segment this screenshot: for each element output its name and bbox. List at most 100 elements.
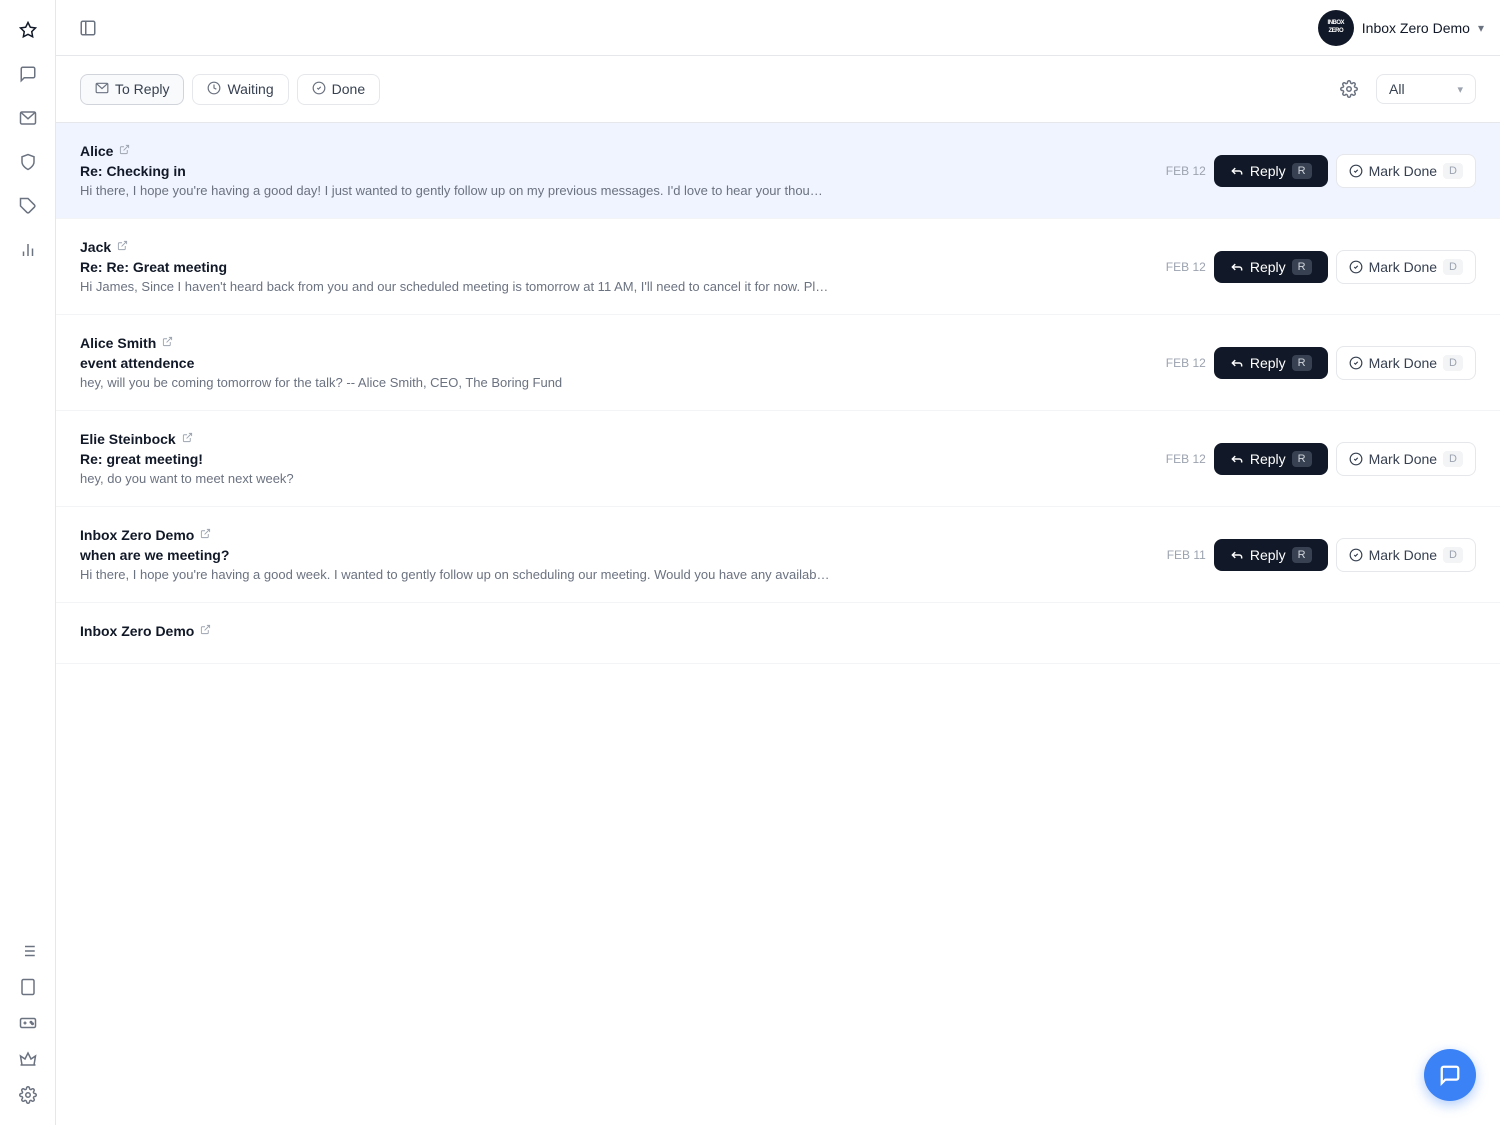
email-actions: FEB 11 Reply R Mark Done D: [1161, 538, 1476, 572]
email-subject: Re: Checking in: [80, 163, 1145, 179]
mark-done-label: Mark Done: [1369, 355, 1437, 371]
external-link-icon[interactable]: [200, 624, 211, 638]
external-link-icon[interactable]: [182, 432, 193, 446]
email-sender: Alice: [80, 143, 1145, 159]
account-name: Inbox Zero Demo: [1362, 20, 1470, 36]
reply-shortcut: R: [1292, 355, 1312, 371]
reply-label: Reply: [1250, 259, 1286, 275]
external-link-icon[interactable]: [117, 240, 128, 254]
reply-label: Reply: [1250, 163, 1286, 179]
list-item[interactable]: Inbox Zero Demo when are we meeting? Hi …: [56, 507, 1500, 603]
list-item[interactable]: Elie Steinbock Re: great meeting! hey, d…: [56, 411, 1500, 507]
filter-chevron-icon: ▾: [1457, 83, 1463, 96]
email-content: Inbox Zero Demo when are we meeting? Hi …: [80, 527, 1145, 582]
chevron-down-icon: ▾: [1478, 21, 1484, 35]
mark-done-shortcut: D: [1443, 451, 1463, 467]
sidebar-toggle[interactable]: [72, 12, 104, 44]
email-actions: FEB 12 Reply R Mark Done D: [1161, 250, 1476, 284]
email-preview: Hi there, I hope you're having a good we…: [80, 567, 830, 582]
email-preview: hey, will you be coming tomorrow for the…: [80, 375, 830, 390]
tab-waiting-label: Waiting: [227, 81, 273, 97]
tab-to-reply-label: To Reply: [115, 81, 169, 97]
list-item[interactable]: Alice Smith event attendence hey, will y…: [56, 315, 1500, 411]
tab-done[interactable]: Done: [297, 74, 380, 105]
email-date: FEB 12: [1161, 164, 1206, 178]
settings-button[interactable]: [1332, 72, 1366, 106]
reply-button[interactable]: Reply R: [1214, 251, 1328, 283]
sidebar-item-tablet[interactable]: [10, 969, 46, 1005]
sender-name: Alice: [80, 143, 113, 159]
sidebar-item-list[interactable]: [10, 933, 46, 969]
check-circle-tab-icon: [312, 81, 326, 98]
mark-done-button[interactable]: Mark Done D: [1336, 442, 1476, 476]
email-date: FEB 12: [1161, 452, 1206, 466]
mark-done-label: Mark Done: [1369, 163, 1437, 179]
email-preview: Hi James, Since I haven't heard back fro…: [80, 279, 830, 294]
sender-name: Inbox Zero Demo: [80, 623, 194, 639]
reply-label: Reply: [1250, 355, 1286, 371]
external-link-icon[interactable]: [162, 336, 173, 350]
sidebar-item-shield[interactable]: [10, 144, 46, 180]
email-actions: FEB 12 Reply R Mark Done D: [1161, 442, 1476, 476]
email-date: FEB 11: [1161, 548, 1206, 562]
sidebar-item-mail[interactable]: [10, 100, 46, 136]
sender-name: Jack: [80, 239, 111, 255]
list-item[interactable]: Alice Re: Checking in Hi there, I hope y…: [56, 123, 1500, 219]
sidebar-item-chat[interactable]: [10, 56, 46, 92]
avatar: INBOXZERO: [1318, 10, 1354, 46]
email-actions: FEB 12 Reply R Mark Done D: [1161, 154, 1476, 188]
reply-shortcut: R: [1292, 259, 1312, 275]
reply-label: Reply: [1250, 451, 1286, 467]
email-content: Alice Smith event attendence hey, will y…: [80, 335, 1145, 390]
email-content: Alice Re: Checking in Hi there, I hope y…: [80, 143, 1145, 198]
external-link-icon[interactable]: [200, 528, 211, 542]
mark-done-button[interactable]: Mark Done D: [1336, 154, 1476, 188]
reply-button[interactable]: Reply R: [1214, 443, 1328, 475]
reply-button[interactable]: Reply R: [1214, 539, 1328, 571]
reply-button[interactable]: Reply R: [1214, 347, 1328, 379]
tab-to-reply[interactable]: To Reply: [80, 74, 184, 105]
sidebar-item-tag[interactable]: [10, 188, 46, 224]
sidebar-item-chart[interactable]: [10, 232, 46, 268]
email-content: Jack Re: Re: Great meeting Hi James, Sin…: [80, 239, 1145, 294]
email-subject: event attendence: [80, 355, 1145, 371]
reply-button[interactable]: Reply R: [1214, 155, 1328, 187]
compose-fab[interactable]: [1424, 1049, 1476, 1101]
mark-done-button[interactable]: Mark Done D: [1336, 250, 1476, 284]
sidebar-item-star[interactable]: [10, 12, 46, 48]
mark-done-shortcut: D: [1443, 259, 1463, 275]
mark-done-label: Mark Done: [1369, 451, 1437, 467]
list-item[interactable]: Jack Re: Re: Great meeting Hi James, Sin…: [56, 219, 1500, 315]
email-actions: FEB 12 Reply R Mark Done D: [1161, 346, 1476, 380]
account-menu[interactable]: INBOXZERO Inbox Zero Demo ▾: [1318, 10, 1484, 46]
email-sender: Inbox Zero Demo: [80, 527, 1145, 543]
external-link-icon[interactable]: [119, 144, 130, 158]
email-content: Inbox Zero Demo: [80, 623, 1476, 643]
mail-tab-icon: [95, 81, 109, 98]
mark-done-button[interactable]: Mark Done D: [1336, 538, 1476, 572]
toolbar: To Reply Waiting Done All ▾: [56, 56, 1500, 123]
clock-tab-icon: [207, 81, 221, 98]
sidebar-item-game[interactable]: [10, 1005, 46, 1041]
email-list: Alice Re: Checking in Hi there, I hope y…: [56, 123, 1500, 1125]
sidebar-item-settings[interactable]: [10, 1077, 46, 1113]
mark-done-button[interactable]: Mark Done D: [1336, 346, 1476, 380]
tab-waiting[interactable]: Waiting: [192, 74, 288, 105]
email-subject: when are we meeting?: [80, 547, 1145, 563]
sidebar: [0, 0, 56, 1125]
email-date: FEB 12: [1161, 260, 1206, 274]
sender-name: Inbox Zero Demo: [80, 527, 194, 543]
toolbar-right: All ▾: [1332, 72, 1476, 106]
mark-done-label: Mark Done: [1369, 259, 1437, 275]
mark-done-shortcut: D: [1443, 547, 1463, 563]
email-sender: Alice Smith: [80, 335, 1145, 351]
email-sender: Inbox Zero Demo: [80, 623, 1476, 639]
filter-label: All: [1389, 81, 1405, 97]
reply-shortcut: R: [1292, 451, 1312, 467]
sender-name: Elie Steinbock: [80, 431, 176, 447]
mark-done-shortcut: D: [1443, 355, 1463, 371]
list-item[interactable]: Inbox Zero Demo: [56, 603, 1500, 664]
header: INBOXZERO Inbox Zero Demo ▾: [56, 0, 1500, 56]
filter-dropdown[interactable]: All ▾: [1376, 74, 1476, 104]
sidebar-item-crown[interactable]: [10, 1041, 46, 1077]
